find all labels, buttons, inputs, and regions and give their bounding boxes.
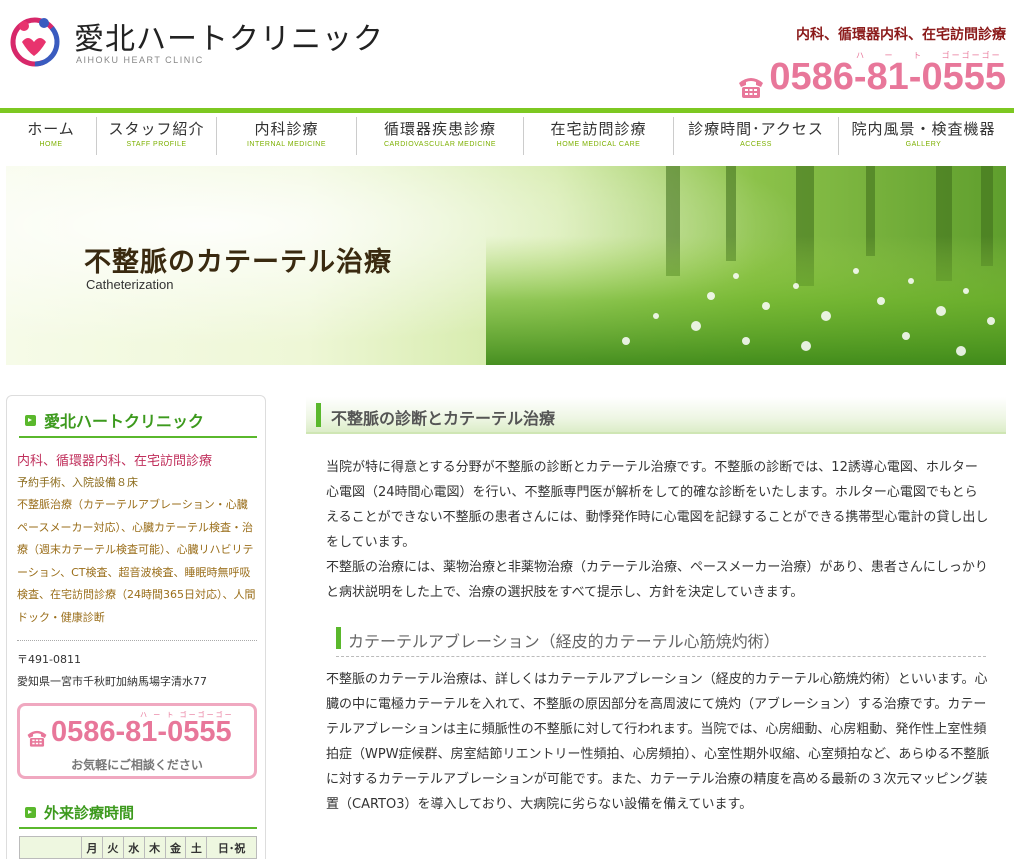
hours-header-mon: 月 [81,836,103,859]
sidebar-services: 不整脈治療（カテーテルアブレーション・心臓ペースメーカー対応）、心臓カテーテル検… [17,498,256,624]
nav-item-gallery[interactable]: 院内風景・検査機器 GALLERY [838,117,1008,155]
nav-item-cardiovascular[interactable]: 循環器疾患診療 CARDIOVASCULAR MEDICINE [356,117,523,155]
nav-item-home-care[interactable]: 在宅訪問診療 HOME MEDICAL CARE [523,117,673,155]
hours-table-header-row: 月 火 水 木 金 土 日･祝 [19,836,257,859]
hours-header-sat: 土 [185,836,208,859]
site-header: 愛北ハートクリニック AIHOKU HEART CLINIC 内科、循環器内科、… [0,0,1014,108]
sidebar-tel-number[interactable]: 0586-81-0555 [26,716,232,749]
treatment-paragraph: 不整脈の治療には、薬物治療と非薬物治療（カテーテル治療、ペースメーカー治療）があ… [326,560,988,600]
global-nav: ホーム HOME スタッフ紹介 STAFF PROFILE 内科診療 INTER… [6,117,1008,155]
sidebar-hours-title: 外来診療時間 [25,802,134,823]
sidebar-clinic-title: 愛北ハートクリニック [25,408,204,432]
sidebar-address: 愛知県一宮市千秋町加納馬場字清水77 [17,675,207,688]
page-subtitle: Catheterization [86,277,174,292]
hours-header-sun-holiday: 日･祝 [206,836,257,859]
hero-banner: 不整脈のカテーテル治療 Catheterization [6,166,1006,365]
header-tagline: 内科、循環器内科、在宅訪問診療 [796,27,1006,43]
clinic-name[interactable]: 愛北ハートクリニック [74,14,384,58]
nav-item-home[interactable]: ホーム HOME [6,117,96,155]
hours-header-wed: 水 [122,836,145,859]
heading-bar-marker [316,403,321,427]
sidebar-departments: 内科、循環器内科、在宅訪問診療 [17,454,213,469]
sidebar-divider [19,436,257,438]
section-heading: 不整脈の診断とカテーテル治療 [306,397,1006,434]
tel-note: お気軽にご相談ください [71,758,203,772]
arrow-bullet-icon [25,807,36,818]
hours-header-thu: 木 [143,836,166,859]
hours-table: 月 火 水 木 金 土 日･祝 [19,836,257,859]
telephone-icon [26,723,48,747]
nav-item-internal-medicine[interactable]: 内科診療 INTERNAL MEDICINE [216,117,356,155]
header-phone-number[interactable]: 0586-81-0555 [737,56,1006,99]
header-divider [0,108,1014,113]
main-content: 不整脈の診断とカテーテル治療 当院が特に得意とする分野が不整脈の診断とカテーテル… [306,397,1006,859]
sidebar-facilities: 予約手術、入院設備８床 [17,476,138,489]
sidebar: 愛北ハートクリニック 内科、循環器内科、在宅訪問診療 予約手術、入院設備８床 不… [6,395,266,859]
intro-paragraph: 当院が特に得意とする分野が不整脈の診断とカテーテル治療です。不整脈の診断では、1… [326,460,989,550]
hours-header-tue: 火 [101,836,124,859]
nav-item-staff[interactable]: スタッフ紹介 STAFF PROFILE [96,117,216,155]
header-phone-text[interactable]: 0586-81-0555 [769,56,1006,99]
arrow-bullet-icon [25,414,36,426]
hours-header-fri: 金 [164,836,187,859]
sidebar-divider [19,827,257,829]
heading-bar-marker [336,627,341,649]
telephone-icon [737,66,765,98]
ablation-paragraph: 不整脈のカテーテル治療は、詳しくはカテーテルアブレーション（経皮的カテーテル心筋… [326,672,990,812]
nav-item-access[interactable]: 診療時間･アクセス ACCESS [673,117,838,155]
clinic-name-en: AIHOKU HEART CLINIC [76,55,204,65]
sidebar-tel-box[interactable]: ハ ー ト ゴーゴーゴー 0586-81-0555 お気軽にご相談ください [17,703,257,779]
page-title: 不整脈のカテーテル治療 [84,247,392,278]
clinic-logo-icon[interactable] [6,12,64,68]
subsection-heading: カテーテルアブレーション（経皮的カテーテル心筋焼灼術） [336,625,986,657]
sidebar-dotted-divider [17,640,257,641]
sidebar-zip-code: 〒491-0811 [17,653,81,666]
hours-header-blank [19,836,82,859]
